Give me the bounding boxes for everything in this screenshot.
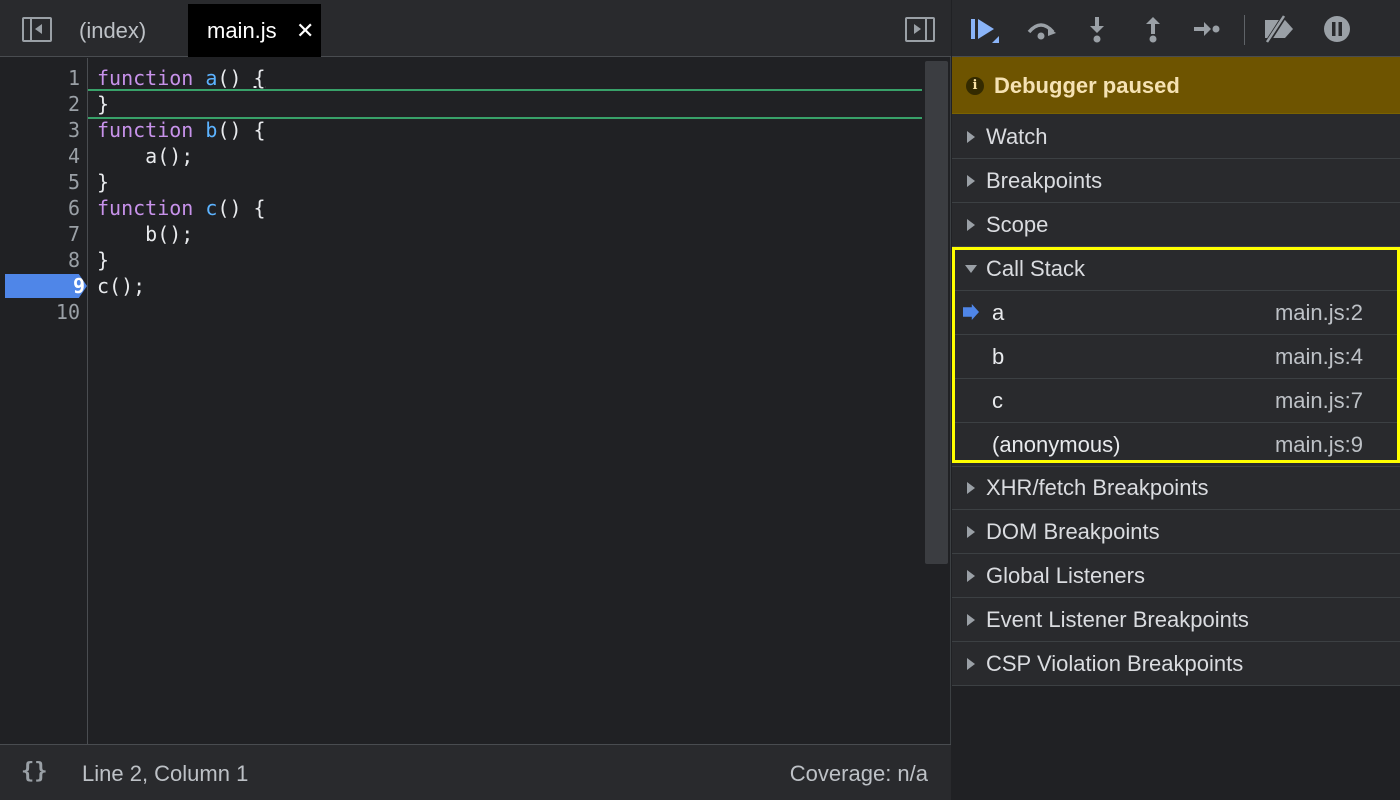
line-number[interactable]: 5 [0,169,80,195]
sidebar-empty-area [952,686,1400,800]
code-text: () [217,66,254,90]
coverage-status[interactable]: Coverage: n/a [790,761,928,787]
section-global-listeners[interactable]: Global Listeners [952,554,1400,598]
sources-editor-pane: (index) main.js ✕ 1 2 3 4 5 6 7 8 9 10 f… [0,0,951,800]
deactivate-breakpoints-icon[interactable] [1261,14,1299,44]
expand-arrow-icon [967,570,975,582]
step-out-icon[interactable] [1137,14,1169,44]
code-line-9: c(); [97,274,146,298]
step-over-icon[interactable] [1025,14,1057,44]
section-xhr-breakpoints[interactable]: XHR/fetch Breakpoints [952,466,1400,510]
resume-icon[interactable] [969,14,1001,44]
code-line-3: function b() { [97,117,266,143]
section-watch[interactable]: Watch [952,115,1400,159]
keyword: function [97,196,194,220]
section-label: Breakpoints [986,168,1103,193]
code-lines[interactable]: function a() { } function b() { a(); } f… [88,58,922,744]
debugger-toolbar [952,0,1400,57]
expand-arrow-icon [967,614,975,626]
step-icon[interactable] [1191,14,1223,44]
line-number[interactable]: 1 [0,65,80,91]
section-label: Watch [986,124,1048,149]
line-number[interactable]: 2 [0,91,80,117]
code-line-5: } [97,170,110,194]
expand-arrow-icon [967,482,975,494]
close-icon[interactable]: ✕ [296,4,314,57]
text-cursor: { [253,66,266,90]
info-icon: i [966,77,984,95]
current-line-number: 9 [72,274,85,298]
toggle-debugger-icon[interactable] [905,17,935,42]
section-label: Event Listener Breakpoints [986,607,1249,632]
step-into-icon[interactable] [1081,14,1113,44]
line-number[interactable]: 4 [0,143,80,169]
call-stack-highlight [952,247,1400,463]
editor-tabbar: (index) main.js ✕ [0,0,951,57]
code-line-1: function a() { [97,65,266,91]
expand-arrow-icon [967,219,975,231]
toolbar-divider [1244,15,1245,45]
line-number[interactable]: 6 [0,195,80,221]
code-line-8: } [97,248,110,272]
code-text: () { [217,196,266,220]
pretty-print-icon[interactable]: {} [21,759,48,784]
line-gutter[interactable]: 1 2 3 4 5 6 7 8 9 10 [0,58,88,744]
function-name: a [205,66,218,90]
code-text: () { [217,118,266,142]
expand-arrow-icon [967,131,975,143]
section-scope[interactable]: Scope [952,203,1400,247]
debugger-sidebar: i Debugger paused Watch Breakpoints Scop… [952,0,1400,800]
code-line-7: b(); [97,222,194,246]
code-line-6: function c() { [97,195,266,221]
section-event-listener-breakpoints[interactable]: Event Listener Breakpoints [952,598,1400,642]
line-number[interactable]: 10 [0,299,80,325]
line-number[interactable]: 7 [0,221,80,247]
code-editor[interactable]: 1 2 3 4 5 6 7 8 9 10 function a() { } fu… [0,58,951,744]
code-line-2: } [97,92,110,116]
pause-on-exceptions-icon[interactable] [1321,14,1353,44]
editor-status-bar: {} Line 2, Column 1 Coverage: n/a [0,744,951,800]
expand-arrow-icon [967,526,975,538]
section-breakpoints[interactable]: Breakpoints [952,159,1400,203]
expand-arrow-icon [967,658,975,670]
tab-index[interactable]: (index) [60,4,185,57]
code-line-4: a(); [97,144,194,168]
section-label: DOM Breakpoints [986,519,1160,544]
editor-scrollbar-thumb[interactable] [925,61,948,564]
expand-arrow-icon [967,175,975,187]
line-number[interactable]: 3 [0,117,80,143]
line-number[interactable]: 8 [0,247,80,273]
section-csp-violation-breakpoints[interactable]: CSP Violation Breakpoints [952,642,1400,686]
section-dom-breakpoints[interactable]: DOM Breakpoints [952,510,1400,554]
toggle-navigator-icon[interactable] [22,17,52,42]
function-name: c [205,196,218,220]
section-label: XHR/fetch Breakpoints [986,475,1209,500]
function-name: b [205,118,218,142]
execution-line-marker[interactable]: 9 [5,274,87,298]
section-label: Global Listeners [986,563,1145,588]
keyword: function [97,66,194,90]
cursor-position: Line 2, Column 1 [82,761,249,786]
debugger-paused-banner: i Debugger paused [952,57,1400,114]
section-label: Scope [986,212,1049,237]
keyword: function [97,118,194,142]
paused-message: Debugger paused [994,73,1180,98]
section-label: CSP Violation Breakpoints [986,651,1244,676]
